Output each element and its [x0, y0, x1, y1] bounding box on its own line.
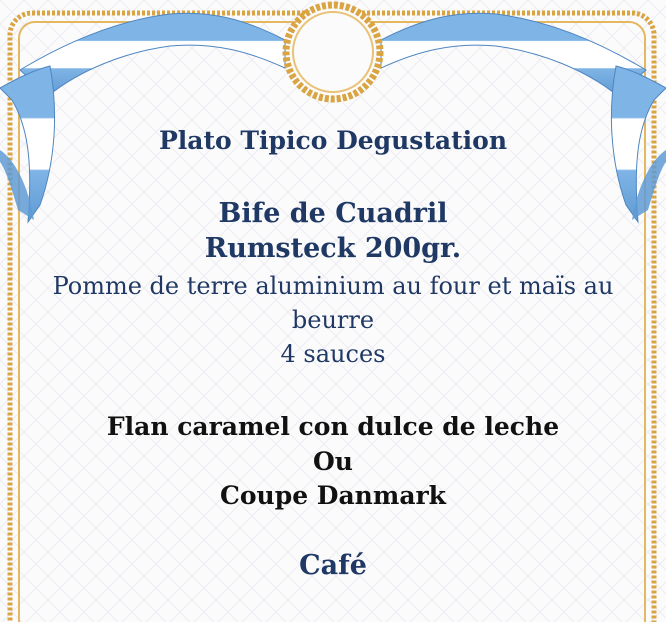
- coffee-line: Café: [299, 550, 367, 581]
- menu-content: Plato Tipico Degustation Bife de Cuadril…: [0, 0, 666, 622]
- menu-title: Plato Tipico Degustation: [158, 126, 508, 155]
- sides-line-1: Pomme de terre aluminium au four et maïs…: [52, 272, 614, 300]
- dessert-option-2: Coupe Danmark: [219, 481, 447, 510]
- dessert-or: Ou: [313, 447, 353, 476]
- dessert-option-1: Flan caramel con dulce de leche: [106, 412, 560, 441]
- menu-page: Plato Tipico Degustation Bife de Cuadril…: [0, 0, 666, 622]
- sides-line-2: beurre: [291, 306, 375, 334]
- main-course-name: Bife de Cuadril: [218, 198, 448, 229]
- sauces-line: 4 sauces: [280, 340, 386, 368]
- main-course-detail: Rumsteck 200gr.: [204, 233, 462, 264]
